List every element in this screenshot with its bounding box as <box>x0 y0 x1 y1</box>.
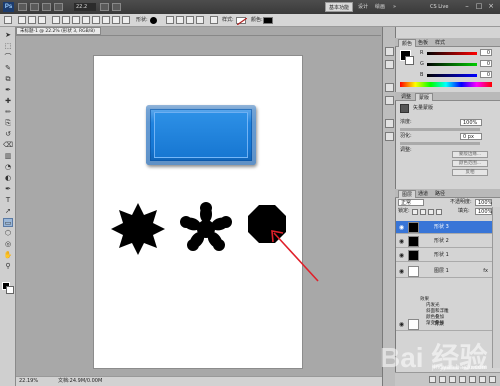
layer-name: 形状 1 <box>434 252 449 258</box>
color-range-button[interactable]: 颜色范围... <box>452 160 488 167</box>
effect-gradient-overlay[interactable]: 渐变叠加 <box>426 321 444 327</box>
red-arrow-annotation <box>271 230 319 282</box>
channel-b-value[interactable]: 0 <box>480 71 492 78</box>
flower-shape <box>180 202 232 251</box>
tab-swatches[interactable]: 色板 <box>415 39 431 47</box>
layer-name: 形状 3 <box>434 224 449 230</box>
tab-adjustments[interactable]: 调整 <box>398 93 414 101</box>
channel-r-value[interactable]: 0 <box>480 49 492 56</box>
layer-row[interactable]: ◉ 形状 2 <box>396 235 492 248</box>
channel-r-label: R <box>420 50 424 56</box>
adjustment-layer-icon[interactable] <box>459 376 466 383</box>
lock-pixels-icon[interactable] <box>420 209 426 215</box>
brush-panel-icon[interactable] <box>385 119 394 128</box>
right-panels <box>395 27 500 386</box>
character-panel-icon[interactable] <box>385 83 394 92</box>
layer-name: 图层 1 <box>434 268 449 274</box>
trash-icon[interactable] <box>489 376 496 383</box>
status-doc-size: 文档:24.9M/0.00M <box>58 378 103 384</box>
layer-row[interactable]: ◉ 形状 3 <box>396 221 492 234</box>
history-panel-icon[interactable] <box>385 47 394 56</box>
star-shape <box>111 203 165 255</box>
blend-mode-select[interactable]: 正常 <box>398 199 424 206</box>
channel-g-label: G <box>420 61 424 67</box>
feather-field[interactable]: 0 px <box>460 133 482 140</box>
octagon-shape <box>248 205 286 243</box>
adjust-panel-tabs: 调整 蒙版 <box>395 92 500 101</box>
eye-icon[interactable]: ◉ <box>398 252 405 259</box>
layer-row[interactable]: ◉ 图层 1 fx <box>396 265 492 278</box>
paragraph-panel-icon[interactable] <box>385 96 394 105</box>
channel-b-slider[interactable] <box>427 74 477 77</box>
tab-paths[interactable]: 路径 <box>432 190 448 198</box>
density-label: 浓度: <box>400 119 412 125</box>
new-group-icon[interactable] <box>469 376 476 383</box>
panel-dock-icons <box>382 27 395 386</box>
eye-icon[interactable]: ◉ <box>398 238 405 245</box>
lock-position-icon[interactable] <box>428 209 434 215</box>
photoshop-window: Ps 22.2 基本功能 设计 绘画 » CS Live – □ × 文件(F)… <box>0 0 500 386</box>
status-bar: 22.19% 文档:24.9M/0.00M <box>16 376 382 386</box>
channel-g-value[interactable]: 0 <box>480 60 492 67</box>
density-slider[interactable] <box>400 128 480 131</box>
status-zoom[interactable]: 22.19% <box>19 377 38 386</box>
channel-r-slider[interactable] <box>427 52 477 55</box>
eye-icon[interactable]: ◉ <box>398 268 405 275</box>
fill-label: 填充: <box>458 208 470 214</box>
layer-row[interactable]: ◉ 形状 1 <box>396 249 492 262</box>
channel-b-label: B <box>420 72 424 78</box>
mask-header: 矢量蒙版 <box>413 105 434 111</box>
tab-channels[interactable]: 通道 <box>415 190 431 198</box>
tab-styles[interactable]: 样式 <box>432 39 448 47</box>
new-layer-icon[interactable] <box>479 376 486 383</box>
layer-name: 形状 2 <box>434 238 449 244</box>
link-layers-icon[interactable] <box>429 376 436 383</box>
layer-thumbnail <box>408 236 419 247</box>
clone-source-icon[interactable] <box>385 132 394 141</box>
invert-button[interactable]: 反相 <box>452 169 488 176</box>
layer-thumbnail <box>408 250 419 261</box>
color-bg-swatch[interactable] <box>405 56 414 65</box>
color-ramp[interactable] <box>400 82 492 87</box>
tab-layers[interactable]: 图层 <box>398 190 417 198</box>
actions-panel-icon[interactable] <box>385 60 394 69</box>
refine-label: 调整: <box>400 147 412 153</box>
tab-color[interactable]: 颜色 <box>398 39 417 47</box>
eye-icon[interactable]: ◉ <box>398 321 405 328</box>
baidu-watermark-url: jingyan.baidu.com <box>432 364 488 371</box>
feather-slider[interactable] <box>400 142 480 145</box>
opacity-label: 不透明度: <box>450 199 472 205</box>
fx-icon[interactable]: fx <box>483 265 488 278</box>
add-style-icon[interactable] <box>439 376 446 383</box>
layers-scrollbar[interactable] <box>492 207 500 368</box>
lock-all-icon[interactable] <box>436 209 442 215</box>
add-mask-icon[interactable] <box>449 376 456 383</box>
lock-transparent-icon[interactable] <box>412 209 418 215</box>
layer-thumbnail <box>408 266 419 277</box>
opacity-field[interactable]: 100% <box>475 199 492 206</box>
tab-masks[interactable]: 蒙版 <box>415 93 434 101</box>
channel-g-slider[interactable] <box>427 63 477 66</box>
fill-field[interactable]: 100% <box>475 208 492 215</box>
layer-thumbnail <box>408 319 419 330</box>
layer-row[interactable]: ◉ 背景 <box>396 318 492 331</box>
color-panel-tabs: 颜色 色板 样式 <box>395 38 500 47</box>
layer-thumbnail <box>408 222 419 233</box>
layers-panel-tabs: 图层 通道 路径 <box>395 189 500 198</box>
feather-label: 羽化: <box>400 133 412 139</box>
vector-mask-thumb <box>400 104 409 113</box>
eye-icon[interactable]: ◉ <box>398 224 405 231</box>
lock-label: 锁定: <box>398 208 410 214</box>
mask-edge-button[interactable]: 蒙版边缘... <box>452 151 488 158</box>
density-field[interactable]: 100% <box>460 119 482 126</box>
